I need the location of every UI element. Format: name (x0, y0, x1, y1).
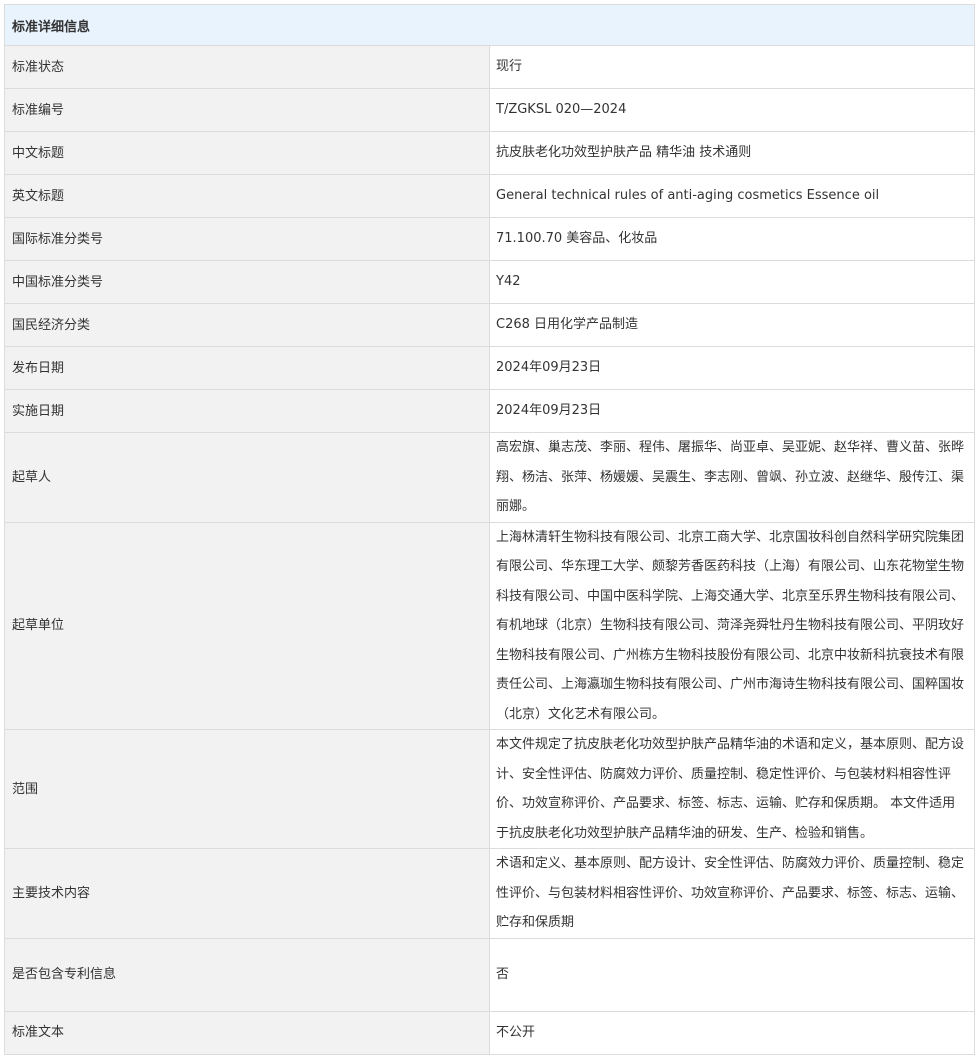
row-label: 发布日期 (4, 346, 490, 390)
row-label: 标准状态 (4, 45, 490, 89)
row-label: 标准编号 (4, 88, 490, 132)
table-row: 中文标题 抗皮肤老化功效型护肤产品 精华油 技术通则 (4, 131, 975, 175)
row-value: 2024年09月23日 (489, 389, 975, 433)
row-label: 起草人 (4, 432, 490, 523)
table-row: 中国标准分类号 Y42 (4, 260, 975, 304)
table-row: 起草人 高宏旗、巢志茂、李丽、程伟、屠振华、尚亚卓、吴亚妮、赵华祥、曹义苗、张晔… (4, 432, 975, 523)
row-label: 起草单位 (4, 521, 490, 730)
row-value: T/ZGKSL 020—2024 (489, 88, 975, 132)
table-header-row: 标准详细信息 (4, 4, 975, 46)
table-row: 实施日期 2024年09月23日 (4, 389, 975, 433)
table-row: 标准状态 现行 (4, 45, 975, 89)
row-value: 71.100.70 美容品、化妆品 (489, 217, 975, 261)
table-row: 国民经济分类 C268 日用化学产品制造 (4, 303, 975, 347)
row-label: 范围 (4, 729, 490, 849)
table-row: 起草单位 上海林清轩生物科技有限公司、北京工商大学、北京国妆科创自然科学研究院集… (4, 521, 975, 730)
row-value: Y42 (489, 260, 975, 304)
row-value: 现行 (489, 45, 975, 89)
row-label: 中文标题 (4, 131, 490, 175)
standard-detail-table: 标准详细信息 标准状态 现行 标准编号 T/ZGKSL 020—2024 中文标… (4, 4, 975, 1055)
row-value: 抗皮肤老化功效型护肤产品 精华油 技术通则 (489, 131, 975, 175)
row-label: 标准文本 (4, 1010, 490, 1055)
row-value: 上海林清轩生物科技有限公司、北京工商大学、北京国妆科创自然科学研究院集团有限公司… (489, 521, 975, 730)
row-label: 中国标准分类号 (4, 260, 490, 304)
row-value: 高宏旗、巢志茂、李丽、程伟、屠振华、尚亚卓、吴亚妮、赵华祥、曹义苗、张晔翔、杨洁… (489, 432, 975, 523)
row-label: 实施日期 (4, 389, 490, 433)
row-value: 术语和定义、基本原则、配方设计、安全性评估、防腐效力评价、质量控制、稳定性评价、… (489, 848, 975, 939)
table-row: 是否包含专利信息 否 (4, 937, 975, 1012)
table-row: 国际标准分类号 71.100.70 美容品、化妆品 (4, 217, 975, 261)
table-title: 标准详细信息 (4, 4, 975, 46)
row-label: 是否包含专利信息 (4, 937, 490, 1012)
row-label: 英文标题 (4, 174, 490, 218)
table-row: 范围 本文件规定了抗皮肤老化功效型护肤产品精华油的术语和定义，基本原则、配方设计… (4, 729, 975, 849)
row-value: 否 (489, 937, 975, 1012)
table-row: 标准编号 T/ZGKSL 020—2024 (4, 88, 975, 132)
row-label: 国民经济分类 (4, 303, 490, 347)
table-row: 主要技术内容 术语和定义、基本原则、配方设计、安全性评估、防腐效力评价、质量控制… (4, 848, 975, 939)
row-value: C268 日用化学产品制造 (489, 303, 975, 347)
row-value: 2024年09月23日 (489, 346, 975, 390)
row-value: 本文件规定了抗皮肤老化功效型护肤产品精华油的术语和定义，基本原则、配方设计、安全… (489, 729, 975, 849)
table-row: 发布日期 2024年09月23日 (4, 346, 975, 390)
table-row: 英文标题 General technical rules of anti-agi… (4, 174, 975, 218)
table-row: 标准文本 不公开 (4, 1010, 975, 1055)
row-value: General technical rules of anti-aging co… (489, 174, 975, 218)
row-value: 不公开 (489, 1010, 975, 1055)
row-label: 主要技术内容 (4, 848, 490, 939)
row-label: 国际标准分类号 (4, 217, 490, 261)
